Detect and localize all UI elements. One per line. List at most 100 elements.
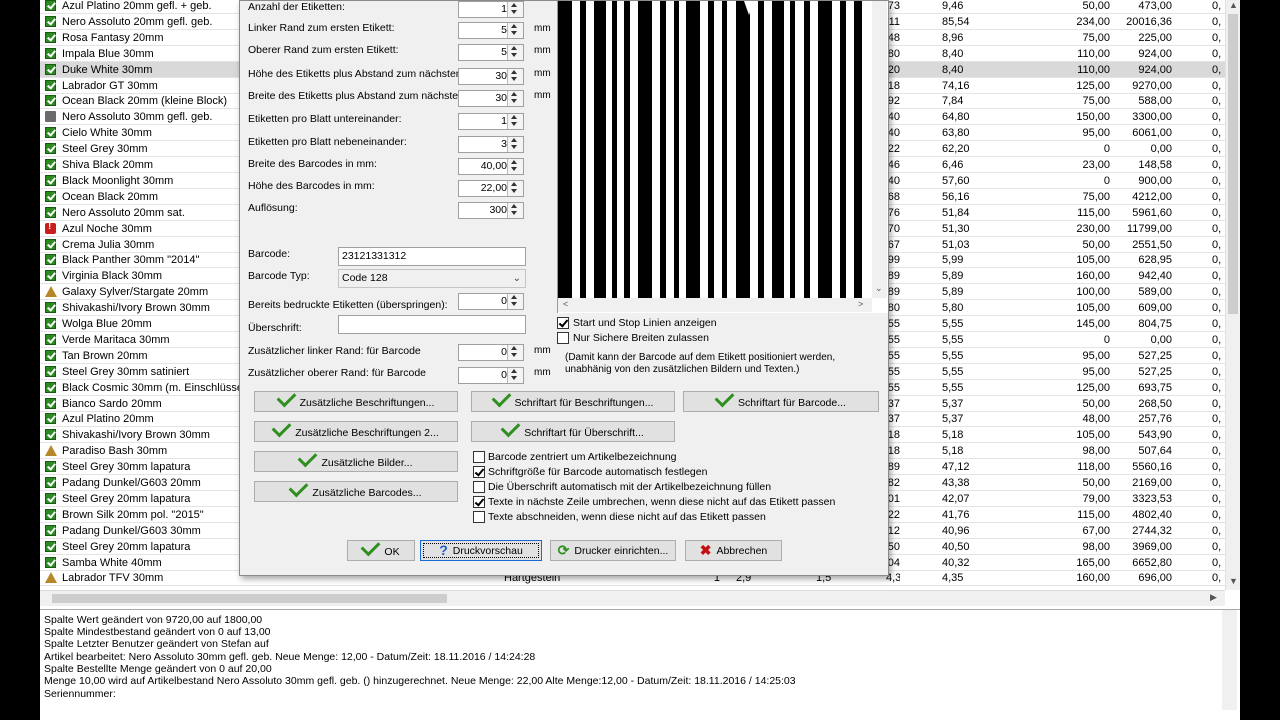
table-cell: 67,00 [1082,524,1110,537]
green-check-icon [45,461,56,473]
spinner-arrows-icon[interactable] [507,137,523,152]
chevron-down-icon[interactable]: ⌄ [513,270,521,287]
table-cell: 9,46 [942,0,964,12]
grid-vertical-scrollbar[interactable]: ▲ ▼ [1225,0,1240,590]
change-log-panel[interactable]: Spalte Wert geändert von 9720,00 auf 180… [40,609,1240,721]
scroll-right-icon[interactable]: ▶ [1210,592,1217,603]
labels-vertical-spinner[interactable]: 1 [458,113,524,130]
printer-setup-button[interactable]: ⟳ Drucker einrichten... [550,540,676,561]
table-cell: 118,00 [1077,461,1110,474]
table-cell: 804,75 [1138,318,1172,330]
table-cell: 64,80 [942,111,970,124]
table-cell: 50,00 [1082,477,1110,489]
label-height-spinner[interactable]: 30 [458,68,524,85]
resolution-spinner[interactable]: 300 [458,202,524,219]
table-cell: 150,00 [1076,111,1110,124]
green-check-icon [45,63,56,75]
start-stop-lines-label: Start und Stop Linien anzeigen [573,317,717,329]
scroll-right-icon[interactable]: > [858,299,863,309]
scroll-down-icon[interactable]: ▼ [1229,576,1238,586]
auto-font-size-checkbox[interactable] [473,466,485,478]
table-cell: 0, [1212,302,1222,315]
cancel-button[interactable]: ✖ Abbrechen [685,540,782,561]
check-icon [289,477,309,498]
table-cell: 0, [1212,318,1222,330]
grid-horizontal-scrollbar[interactable]: ▶ [40,590,1225,606]
font-barcode-button[interactable]: Schriftart für Barcode... [683,387,879,412]
left-margin-label: Linker Rand zum ersten Etikett: [248,22,395,34]
spinner-arrows-icon[interactable] [507,91,523,106]
label-width-spinner[interactable]: 30 [458,90,524,107]
green-check-icon [45,524,56,536]
top-margin-label: Oberer Rand zum ersten Etikett: [248,44,399,56]
table-cell: 0, [1212,445,1222,458]
green-check-icon [45,31,56,43]
font-heading-button[interactable]: Schriftart für Überschrift... [471,417,675,442]
article-name-cell: Impala Blue 30mm [62,47,154,60]
spinner-arrows-icon[interactable] [507,294,523,309]
spinner-arrows-icon[interactable] [507,368,523,383]
auto-heading-checkbox[interactable] [473,481,485,493]
article-name-cell: Steel Grey 20mm lapatura [62,492,191,505]
labels-vertical-label: Etiketten pro Blatt untereinander: [248,113,402,125]
article-name-cell: Crema Julia 30mm [62,238,155,251]
green-check-icon [45,556,56,568]
spinner-arrows-icon[interactable] [507,23,523,38]
spinner-arrows-icon[interactable] [507,45,523,60]
green-check-icon [45,238,56,250]
preview-vertical-scrollbar[interactable]: ⌄ [872,1,887,298]
top-margin-spinner[interactable]: 5 [458,44,524,61]
grid-horizontal-scroll-thumb[interactable] [52,594,447,603]
extra-labels2-button[interactable]: Zusätzliche Beschriftungen 2... [254,417,458,442]
green-check-icon [45,508,56,520]
log-line: Menge 10,00 wird auf Artikelbestand Nero… [44,675,796,687]
unit-mm: mm [534,45,551,56]
labels-horizontal-spinner[interactable]: 3 [458,136,524,153]
scroll-down-icon[interactable]: ⌄ [875,283,883,294]
spinner-arrows-icon[interactable] [507,345,523,360]
table-cell: 145,00 [1076,318,1110,330]
article-name-cell: Labrador TFV 30mm [62,572,164,585]
table-cell: 6652,80 [1132,556,1172,569]
log-vertical-scrollbar[interactable] [1222,610,1237,710]
spinner-arrows-icon[interactable] [507,2,523,17]
extra-top-margin-spinner[interactable]: 0 [458,367,524,384]
label-count-spinner[interactable]: 1 [458,1,524,18]
spinner-arrows-icon[interactable] [507,181,523,196]
spinner-arrows-icon[interactable] [507,114,523,129]
wrap-text-checkbox[interactable] [473,496,485,508]
table-cell: 473,00 [1138,0,1172,12]
article-name-cell: Galaxy Sylver/Stargate 20mm [62,286,209,299]
extra-barcodes-button[interactable]: Zusätzliche Barcodes... [254,477,458,502]
table-cell: 5,55 [942,318,964,330]
barcode-width-spinner[interactable]: 40,00 [458,158,524,175]
scroll-left-icon[interactable]: < [563,299,568,309]
spinner-arrows-icon[interactable] [507,69,523,84]
barcode-input[interactable]: 23121331312 [338,247,526,266]
article-name-cell: Steel Grey 30mm satiniert [62,365,190,378]
green-check-icon [45,174,56,186]
table-cell: 0, [1212,31,1222,44]
left-margin-spinner[interactable]: 5 [458,22,524,39]
font-labels-button[interactable]: Schriftart für Beschriftungen... [471,387,675,412]
skip-labels-spinner[interactable]: 0 [458,293,524,310]
scroll-up-icon[interactable]: ▲ [1229,0,1238,10]
barcode-type-select[interactable]: Code 128 ⌄ [338,269,526,288]
safe-widths-checkbox[interactable] [557,332,569,344]
grid-vertical-scroll-thumb[interactable] [1228,14,1238,314]
spinner-arrows-icon[interactable] [507,203,523,218]
barcode-height-spinner[interactable]: 22,00 [458,180,524,197]
article-name-cell: Nero Assoluto 20mm sat. [62,206,185,219]
truncate-text-checkbox[interactable] [473,511,485,523]
spinner-arrows-icon[interactable] [507,159,523,174]
preview-horizontal-scrollbar[interactable]: < > [558,298,872,312]
print-preview-button[interactable]: ? Druckvorschau [420,540,542,561]
extra-labels-button[interactable]: Zusätzliche Beschriftungen... [254,387,458,412]
extra-left-margin-spinner[interactable]: 0 [458,344,524,361]
ok-button[interactable]: OK [347,536,415,561]
heading-input[interactable] [338,315,526,334]
extra-images-button[interactable]: Zusätzliche Bilder... [254,447,458,472]
center-barcode-checkbox[interactable] [473,451,485,463]
start-stop-lines-checkbox[interactable] [557,317,569,329]
table-cell: 0, [1212,477,1222,489]
